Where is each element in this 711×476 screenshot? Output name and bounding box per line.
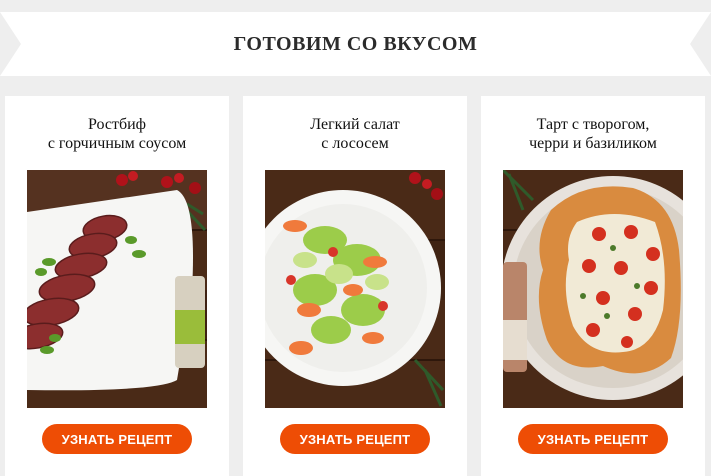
recipe-title: Тарт с творогом, черри и базиликом bbox=[529, 116, 657, 152]
recipe-title: Ростбиф с горчичным соусом bbox=[47, 116, 187, 152]
get-recipe-button[interactable]: УЗНАТЬ РЕЦЕПТ bbox=[518, 424, 668, 454]
get-recipe-button[interactable]: УЗНАТЬ РЕЦЕПТ bbox=[280, 424, 430, 454]
recipe-card-cheese-tart: Тарт с творогом, черри и базиликом УЗНАТ… bbox=[481, 96, 705, 476]
ribbon-banner: ГОТОВИМ СО ВКУСОМ bbox=[0, 12, 711, 76]
recipe-card-salmon-salad: Легкий салат с лососем УЗНАТЬ РЕЦЕПТ bbox=[243, 96, 467, 476]
cottage-cheese-tart-photo[interactable] bbox=[503, 170, 683, 408]
page-title: ГОТОВИМ СО ВКУСОМ bbox=[233, 32, 478, 55]
recipe-card-roast-beef: Ростбиф с горчичным соусом УЗНАТЬ РЕЦЕПТ bbox=[5, 96, 229, 476]
roast-beef-photo[interactable] bbox=[27, 170, 207, 408]
recipe-title: Легкий салат с лососем bbox=[310, 116, 400, 152]
get-recipe-button[interactable]: УЗНАТЬ РЕЦЕПТ bbox=[42, 424, 192, 454]
salmon-salad-photo[interactable] bbox=[265, 170, 445, 408]
